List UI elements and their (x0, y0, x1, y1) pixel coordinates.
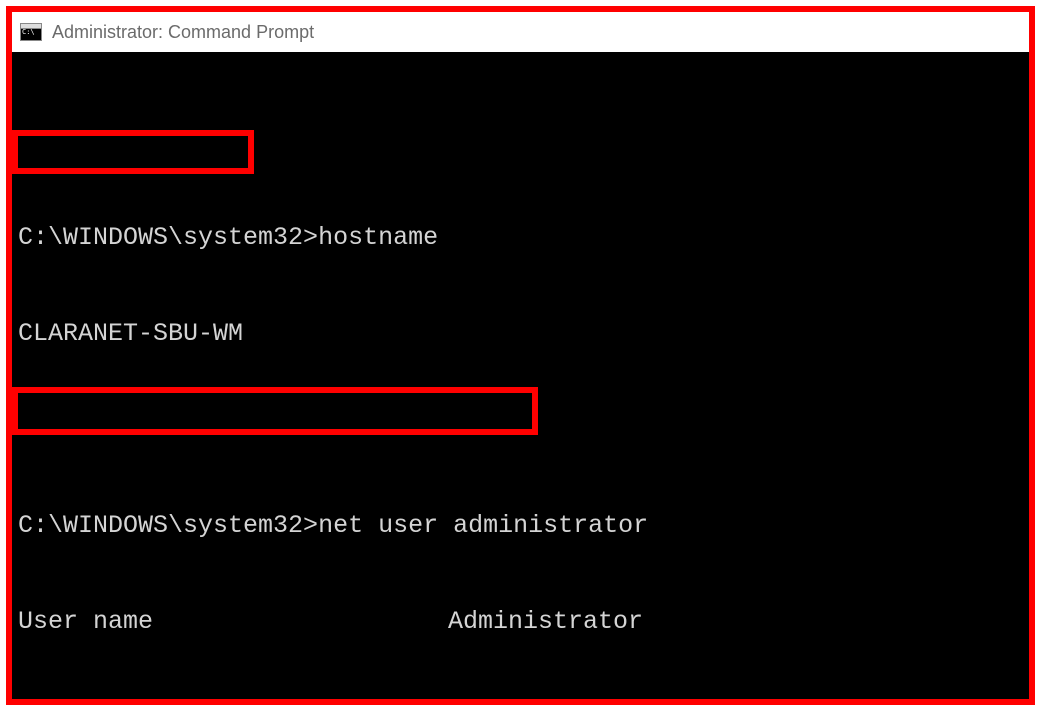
console-output[interactable]: C:\WINDOWS\system32>hostname CLARANET-SB… (12, 52, 1029, 699)
user-name-row: User nameAdministrator (12, 606, 1029, 638)
cmd-prompt-icon: C:\ (20, 23, 42, 41)
screenshot-frame: C:\ Administrator: Command Prompt C:\WIN… (6, 6, 1035, 705)
prompt-line-2: C:\WINDOWS\system32>net user administrat… (12, 510, 1029, 542)
title-bar: C:\ Administrator: Command Prompt (12, 12, 1029, 52)
hostname-output: CLARANET-SBU-WM (12, 318, 1029, 350)
window-title: Administrator: Command Prompt (52, 22, 314, 43)
prompt-line-1: C:\WINDOWS\system32>hostname (12, 222, 1029, 254)
